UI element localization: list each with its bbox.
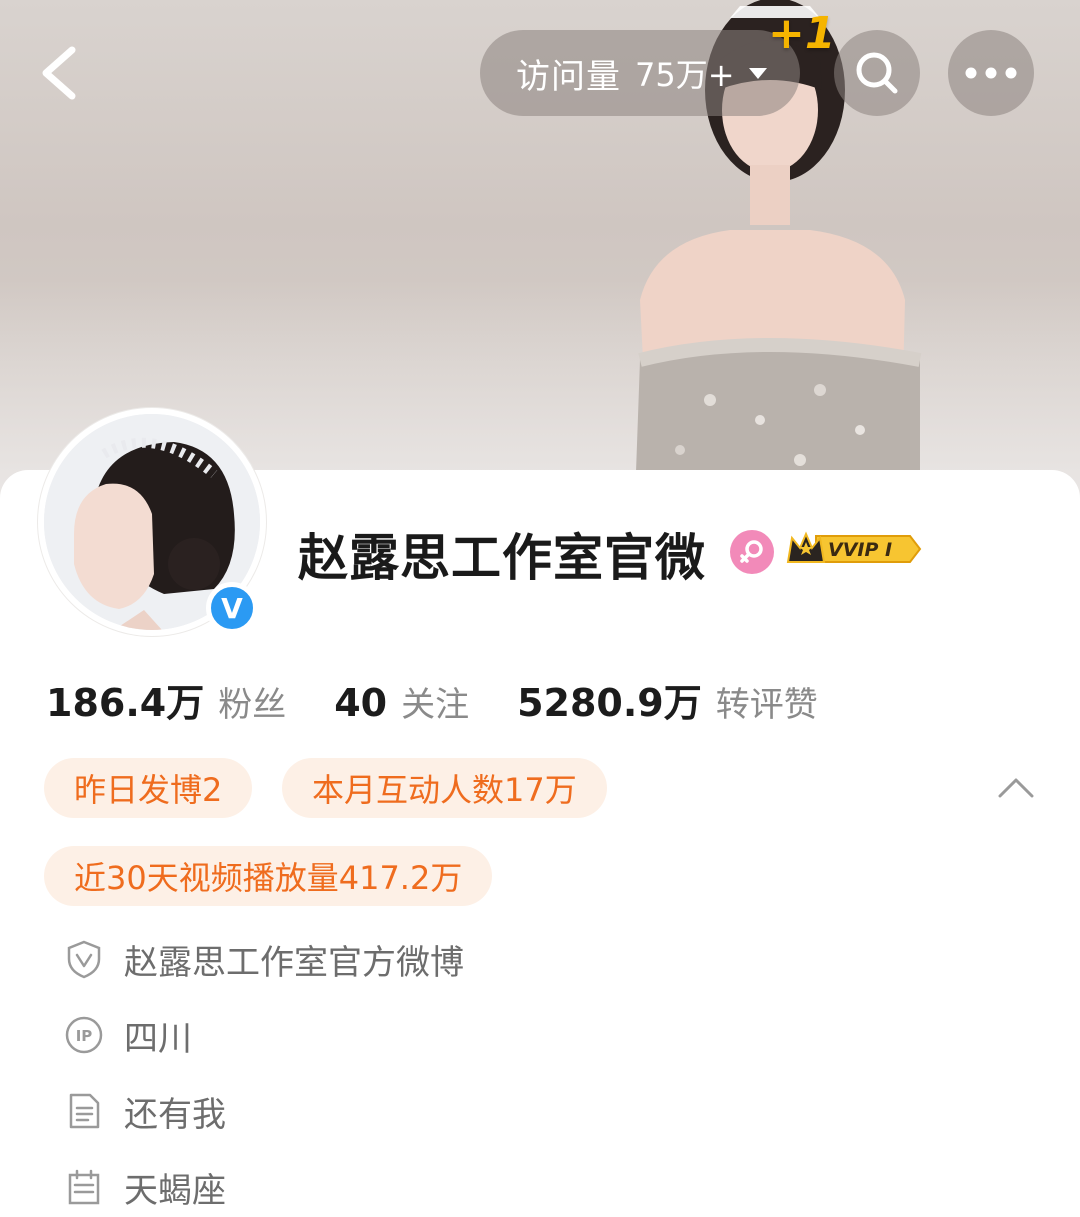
visits-label: 访问量 — [516, 56, 621, 97]
followers-count[interactable]: 186.4万 — [46, 672, 204, 727]
info-bio: 还有我 — [64, 1086, 226, 1136]
info-zodiac: 天蝎座 — [64, 1162, 226, 1212]
calendar-icon — [64, 1167, 104, 1207]
visits-counter[interactable]: 访问量 75万+ — [480, 30, 800, 116]
visits-value: 75万+ — [635, 56, 735, 94]
following-count[interactable]: 40 — [334, 681, 387, 725]
followers-label[interactable]: 粉丝 — [218, 677, 286, 726]
plus-one-badge: +1 — [768, 8, 836, 59]
bio-text: 还有我 — [124, 1094, 226, 1135]
back-button[interactable] — [30, 40, 90, 106]
following-label[interactable]: 关注 — [401, 677, 469, 726]
search-icon — [856, 52, 898, 94]
engagement-label: 转评赞 — [715, 685, 818, 725]
shield-icon — [64, 939, 104, 979]
zodiac-text: 天蝎座 — [124, 1170, 226, 1211]
chip-posts-yesterday[interactable]: 昨日发博2 — [44, 758, 253, 818]
chevron-up-icon — [998, 778, 1034, 798]
chip-monthly-interactions[interactable]: 本月互动人数17万 — [282, 758, 607, 818]
engagement-count: 5280.9万 — [517, 681, 702, 725]
vvip-badge[interactable]: VVIP I — [786, 528, 924, 570]
ip-location-text: 四川 — [124, 1018, 192, 1059]
caret-down-icon — [748, 67, 767, 79]
more-icon — [965, 67, 1017, 79]
back-arrow-icon — [42, 46, 76, 100]
more-button[interactable] — [948, 30, 1034, 116]
svg-text:IP: IP — [76, 1027, 93, 1045]
female-symbol — [740, 540, 763, 563]
document-icon — [64, 1091, 104, 1131]
info-ip-location: IP 四川 — [64, 1010, 192, 1060]
chip-video-views[interactable]: 近30天视频播放量417.2万 — [44, 846, 493, 906]
info-verification: 赵露思工作室官方微博 — [64, 934, 464, 984]
vip-label: VVIP I — [828, 539, 892, 561]
verified-badge: V — [206, 582, 258, 634]
profile-name: 赵露思工作室官微 — [298, 529, 706, 587]
verified-mark: V — [221, 591, 243, 625]
stats-row: 186.4万 粉丝 40 关注 5280.9万 转评赞 — [46, 672, 866, 727]
verification-text: 赵露思工作室官方微博 — [124, 942, 464, 983]
crown-icon: VVIP I — [786, 531, 922, 563]
collapse-button[interactable] — [996, 772, 1036, 802]
female-icon — [730, 530, 774, 574]
search-button[interactable] — [834, 30, 920, 116]
ip-icon: IP — [64, 1015, 104, 1055]
